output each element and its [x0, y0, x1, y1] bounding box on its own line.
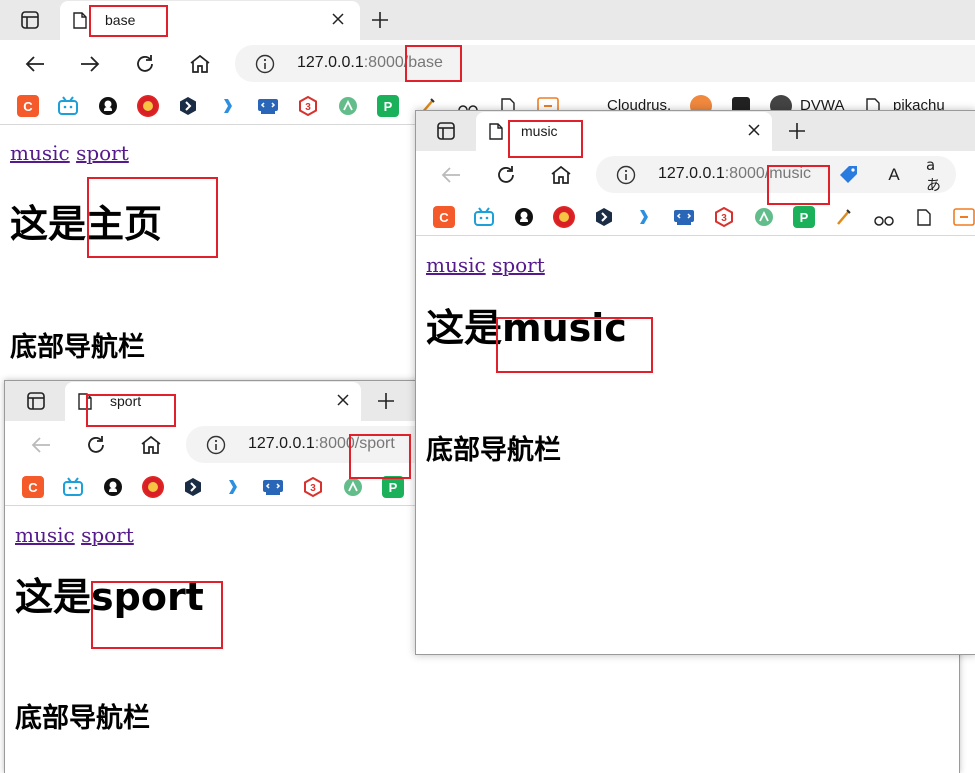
- close-icon[interactable]: [333, 390, 353, 410]
- bookmark-bike[interactable]: [873, 206, 895, 228]
- svg-text:3: 3: [305, 102, 311, 113]
- footer-nav-heading: 底部导航栏: [15, 703, 150, 734]
- tab-bar: base: [0, 0, 975, 40]
- home-icon[interactable]: [139, 433, 163, 457]
- tab-title: music: [521, 123, 558, 139]
- url-text: 127.0.0.1:8000/sport: [248, 435, 395, 452]
- doc-icon: [489, 123, 503, 144]
- page-content: music sport 这是music 底部导航栏: [416, 236, 975, 654]
- link-music[interactable]: music: [10, 141, 70, 165]
- doc-icon[interactable]: [913, 206, 935, 228]
- sidebar-icon[interactable]: [435, 120, 457, 142]
- bookmark-bracket[interactable]: [953, 206, 975, 228]
- bookmark-circle[interactable]: [337, 95, 359, 117]
- back-icon[interactable]: [29, 433, 53, 457]
- bookmark-code[interactable]: [262, 476, 284, 498]
- bookmark-3[interactable]: 3: [297, 95, 319, 117]
- bookmark-3[interactable]: 3: [713, 206, 735, 228]
- sidebar-icon[interactable]: [25, 390, 47, 412]
- url-text: 127.0.0.1:8000/music: [658, 165, 812, 182]
- bookmark-hex[interactable]: [182, 476, 204, 498]
- nav-links: music sport: [15, 523, 134, 547]
- page-heading: 这是music: [426, 306, 627, 350]
- bookmark-arrow[interactable]: [222, 476, 244, 498]
- bookmark-p[interactable]: P: [377, 95, 399, 117]
- bookmark-github[interactable]: [513, 206, 535, 228]
- bookmark-pen[interactable]: [833, 206, 855, 228]
- bookmark-code[interactable]: [673, 206, 695, 228]
- bookmark-badge[interactable]: [553, 206, 575, 228]
- bookmark-circle[interactable]: [753, 206, 775, 228]
- back-icon[interactable]: [439, 163, 463, 187]
- tab-sport[interactable]: sport: [65, 382, 361, 421]
- tab-title: base: [105, 12, 136, 28]
- tab-base[interactable]: base: [60, 1, 360, 40]
- link-sport[interactable]: sport: [492, 253, 545, 277]
- link-music[interactable]: music: [426, 253, 486, 277]
- tab-title: sport: [110, 393, 142, 409]
- svg-text:3: 3: [310, 483, 316, 494]
- bookmark-circle[interactable]: [342, 476, 364, 498]
- read-aloud-icon[interactable]: A: [882, 163, 906, 187]
- bookmark-badge[interactable]: [137, 95, 159, 117]
- tab-bar: music: [416, 111, 975, 151]
- doc-icon: [78, 393, 92, 414]
- plus-icon[interactable]: [368, 8, 392, 32]
- toolbar: 127.0.0.1:8000/music A aあ: [416, 151, 975, 199]
- bookmark-csdn[interactable]: C: [433, 206, 455, 228]
- bookmark-code[interactable]: [257, 95, 279, 117]
- svg-text:3: 3: [721, 213, 727, 224]
- plus-icon[interactable]: [374, 389, 398, 413]
- bookmark-bilibili[interactable]: [57, 95, 79, 117]
- url-text: 127.0.0.1:8000/base: [297, 54, 443, 71]
- close-icon[interactable]: [744, 120, 764, 140]
- bookmark-hex[interactable]: [177, 95, 199, 117]
- address-bar[interactable]: 127.0.0.1:8000/base: [235, 45, 975, 82]
- page-heading: 这是sport: [15, 575, 204, 619]
- bookmark-bilibili[interactable]: [473, 206, 495, 228]
- footer-nav-heading: 底部导航栏: [10, 332, 145, 363]
- bookmark-p[interactable]: P: [793, 206, 815, 228]
- bookmark-bilibili[interactable]: [62, 476, 84, 498]
- refresh-icon[interactable]: [133, 52, 157, 76]
- nav-links: music sport: [10, 141, 129, 165]
- favorites-bar: C 3 P: [416, 199, 975, 236]
- browser-window-music: music 127.0.0.1:8000/music A aあ C 3 P mu…: [415, 110, 975, 655]
- nav-links: music sport: [426, 253, 545, 277]
- bookmark-github[interactable]: [97, 95, 119, 117]
- footer-nav-heading: 底部导航栏: [426, 435, 561, 466]
- toolbar: 127.0.0.1:8000/base: [0, 40, 975, 88]
- plus-icon[interactable]: [785, 119, 809, 143]
- doc-icon: [73, 12, 87, 33]
- sidebar-icon[interactable]: [19, 9, 41, 31]
- bookmark-arrow[interactable]: [633, 206, 655, 228]
- home-icon[interactable]: [188, 52, 212, 76]
- link-music[interactable]: music: [15, 523, 75, 547]
- bookmark-github[interactable]: [102, 476, 124, 498]
- info-icon: [616, 165, 636, 189]
- info-icon: [255, 54, 275, 78]
- bookmark-p[interactable]: P: [382, 476, 404, 498]
- back-icon[interactable]: [23, 52, 47, 76]
- link-sport[interactable]: sport: [76, 141, 129, 165]
- tab-music[interactable]: music: [476, 112, 772, 151]
- refresh-icon[interactable]: [494, 163, 518, 187]
- tag-icon[interactable]: [837, 163, 861, 187]
- translate-icon[interactable]: aあ: [926, 156, 950, 194]
- info-icon: [206, 435, 226, 459]
- bookmark-hex[interactable]: [593, 206, 615, 228]
- bookmark-csdn[interactable]: C: [17, 95, 39, 117]
- link-sport[interactable]: sport: [81, 523, 134, 547]
- bookmark-csdn[interactable]: C: [22, 476, 44, 498]
- bookmark-badge[interactable]: [142, 476, 164, 498]
- bookmark-arrow[interactable]: [217, 95, 239, 117]
- page-heading: 这是主页: [10, 202, 163, 246]
- close-icon[interactable]: [328, 9, 348, 29]
- home-icon[interactable]: [549, 163, 573, 187]
- refresh-icon[interactable]: [84, 433, 108, 457]
- forward-icon[interactable]: [78, 52, 102, 76]
- bookmark-3[interactable]: 3: [302, 476, 324, 498]
